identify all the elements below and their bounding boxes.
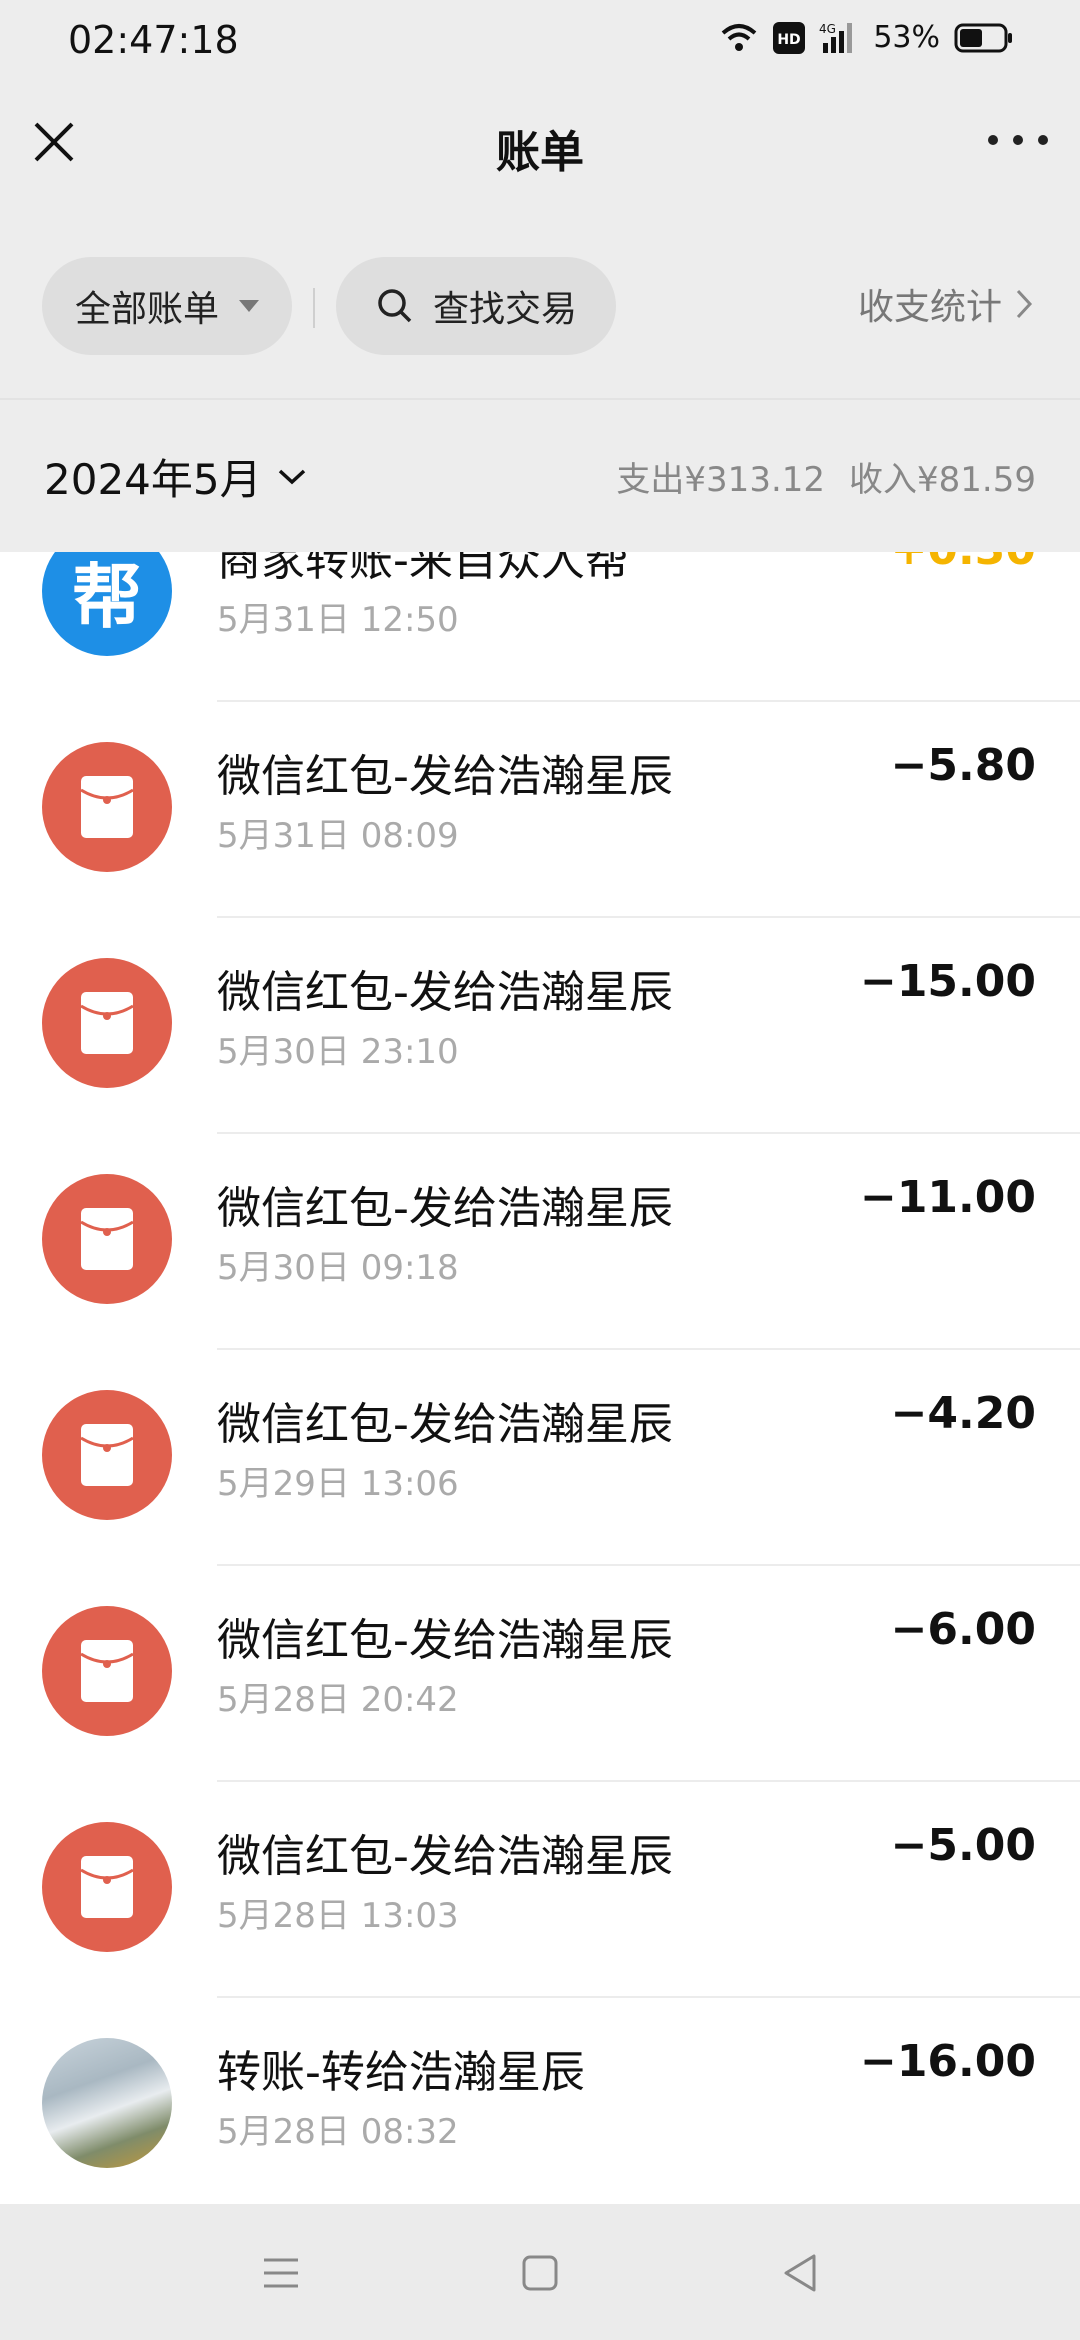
- status-time: 02:47:18: [68, 18, 239, 62]
- all-bills-dropdown[interactable]: 全部账单: [42, 257, 292, 355]
- back-button[interactable]: [776, 2248, 826, 2298]
- month-selector[interactable]: 2024年5月: [44, 446, 308, 507]
- transaction-time: 5月30日 23:10: [217, 1032, 459, 1072]
- transaction-amount: −4.20: [890, 1388, 1036, 1439]
- transaction-title: 微信红包-发给浩瀚星辰: [217, 1183, 673, 1234]
- transaction-title: 微信红包-发给浩瀚星辰: [217, 967, 673, 1018]
- more-icon-dot: [988, 135, 998, 145]
- transaction-row[interactable]: 微信红包-发给浩瀚星辰 5月28日 13:03 −5.00: [0, 1782, 1080, 1998]
- red-packet-icon: [80, 1424, 134, 1486]
- transaction-title: 转账-转给浩瀚星辰: [217, 2047, 585, 2098]
- status-icons: HD 4G 53%: [719, 20, 1014, 55]
- transaction-time: 5月28日 13:03: [217, 1896, 459, 1936]
- stats-label: 收支统计: [857, 287, 1002, 328]
- divider: [313, 288, 315, 328]
- transaction-list[interactable]: 帮 商家转账-来自众人帮 5月31日 12:50 +0.30 微信红包-发给浩瀚…: [0, 552, 1080, 2204]
- transaction-amount: −16.00: [859, 2036, 1036, 2087]
- transaction-row[interactable]: 帮 商家转账-来自众人帮 5月31日 12:50 +0.30: [0, 552, 1080, 702]
- red-packet-icon: [80, 992, 134, 1054]
- transaction-title: 商家转账-来自众人帮: [217, 552, 629, 586]
- transaction-time: 5月30日 09:18: [217, 1248, 459, 1288]
- signal-icon: 4G: [819, 22, 853, 53]
- transaction-title: 微信红包-发给浩瀚星辰: [217, 1615, 673, 1666]
- search-transactions-button[interactable]: 查找交易: [336, 257, 616, 355]
- transaction-row[interactable]: 微信红包-发给浩瀚星辰 5月30日 23:10 −15.00: [0, 918, 1080, 1134]
- home-button[interactable]: [515, 2248, 565, 2298]
- expense-total: 支出¥313.12: [616, 460, 826, 500]
- red-packet-avatar: [42, 742, 172, 872]
- red-packet-avatar: [42, 1822, 172, 1952]
- income-expense-stats-link[interactable]: 收支统计: [858, 278, 1034, 330]
- transaction-row[interactable]: 微信红包-发给浩瀚星辰 5月28日 20:42 −6.00: [0, 1566, 1080, 1782]
- red-packet-icon: [80, 1208, 134, 1270]
- transaction-amount: −11.00: [859, 1172, 1036, 1223]
- red-packet-avatar: [42, 958, 172, 1088]
- red-packet-icon: [80, 1856, 134, 1918]
- transaction-row[interactable]: 微信红包-发给浩瀚星辰 5月29日 13:06 −4.20: [0, 1350, 1080, 1566]
- battery-icon: [954, 23, 1012, 52]
- system-nav-bar: [0, 2204, 1080, 2340]
- all-bills-label: 全部账单: [74, 289, 219, 330]
- transaction-amount: −5.00: [890, 1820, 1036, 1871]
- menu-button[interactable]: [256, 2248, 306, 2298]
- wifi-icon: [721, 23, 757, 51]
- red-packet-avatar: [42, 1390, 172, 1520]
- filter-bar: 全部账单 查找交易 收支统计: [0, 212, 1080, 398]
- red-packet-avatar: [42, 1174, 172, 1304]
- red-packet-icon: [80, 1640, 134, 1702]
- transaction-amount: −15.00: [859, 956, 1036, 1007]
- transaction-time: 5月28日 08:32: [217, 2112, 459, 2152]
- back-icon: [784, 2254, 816, 2292]
- status-bar: 02:47:18 HD 4G 53%: [0, 0, 1080, 80]
- red-packet-avatar: [42, 1606, 172, 1736]
- transaction-title: 微信红包-发给浩瀚星辰: [217, 751, 673, 802]
- search-icon: [378, 289, 412, 323]
- transaction-amount: −6.00: [890, 1604, 1036, 1655]
- transaction-amount: −5.80: [890, 740, 1036, 791]
- month-summary: 支出¥313.12 收入¥81.59: [616, 452, 1036, 501]
- transaction-amount: +0.30: [891, 552, 1036, 575]
- home-icon: [522, 2255, 558, 2291]
- month-bar: 2024年5月 支出¥313.12 收入¥81.59: [0, 398, 1080, 554]
- month-label: 2024年5月: [44, 455, 262, 504]
- caret-down-icon: [239, 300, 259, 312]
- transaction-title: 微信红包-发给浩瀚星辰: [217, 1831, 673, 1882]
- hd-icon: HD: [773, 21, 806, 54]
- more-button[interactable]: [988, 120, 1048, 160]
- transaction-row[interactable]: 微信红包-发给浩瀚星辰 5月30日 09:18 −11.00: [0, 1134, 1080, 1350]
- battery-percent: 53%: [873, 20, 940, 55]
- battery-fill: [960, 28, 982, 47]
- page-title: 账单: [496, 127, 584, 178]
- red-packet-icon: [80, 776, 134, 838]
- income-total: 收入¥81.59: [849, 460, 1036, 500]
- user-avatar: [42, 2038, 172, 2168]
- chevron-down-icon: [278, 469, 305, 484]
- menu-icon: [264, 2258, 298, 2288]
- more-icon-dot: [1038, 135, 1048, 145]
- search-label: 查找交易: [432, 289, 577, 330]
- more-icon-dot: [1013, 135, 1023, 145]
- transaction-row[interactable]: 转账-转给浩瀚星辰 5月28日 08:32 −16.00: [0, 1998, 1080, 2204]
- transaction-title: 微信红包-发给浩瀚星辰: [217, 1399, 673, 1450]
- top-bar: 账单: [0, 80, 1080, 212]
- transaction-time: 5月29日 13:06: [217, 1464, 459, 1504]
- hd-badge-text: HD: [778, 32, 801, 48]
- transaction-row[interactable]: 微信红包-发给浩瀚星辰 5月31日 08:09 −5.80: [0, 702, 1080, 918]
- transaction-time: 5月31日 08:09: [217, 816, 459, 856]
- transaction-time: 5月31日 12:50: [217, 600, 459, 640]
- chevron-right-icon: [1016, 289, 1033, 319]
- network-type: 4G: [819, 22, 836, 36]
- merchant-avatar: 帮: [42, 552, 172, 656]
- transaction-time: 5月28日 20:42: [217, 1680, 459, 1720]
